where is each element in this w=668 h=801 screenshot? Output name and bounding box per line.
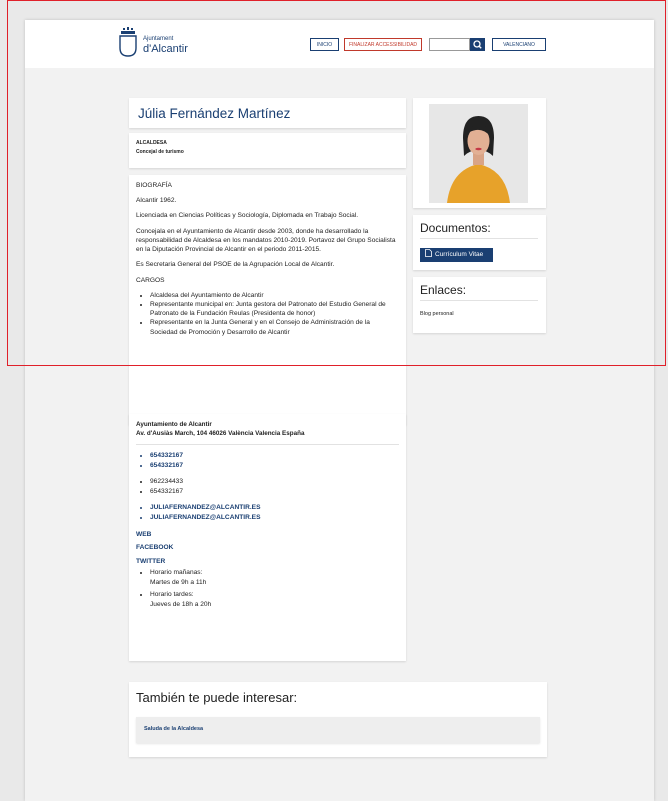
email-link[interactable]: JULIAFERNANDEZ@ALCANTIR.ES: [150, 513, 399, 523]
documents-title: Documentos:: [420, 221, 491, 235]
site-header: Ajuntament d'Alcantir INICIO FINALIZAR A…: [25, 20, 654, 68]
email-link[interactable]: JULIAFERNANDEZ@ALCANTIR.ES: [150, 503, 399, 513]
role-secondary: Concejal de turismo: [136, 149, 184, 155]
related-card: También te puede interesar: Saluda de la…: [129, 682, 547, 757]
pdf-file-icon: [425, 249, 432, 257]
biography-paragraph: Alcantir 1962.: [136, 197, 177, 205]
mobile-phone-link[interactable]: 654332167: [150, 451, 399, 461]
name-card: Júlia Fernández Martínez: [129, 98, 406, 128]
cargo-item: Representante en la Junta General y en e…: [150, 318, 399, 336]
links-title: Enlaces:: [420, 283, 467, 297]
email-list: JULIAFERNANDEZ@ALCANTIR.ES JULIAFERNANDE…: [136, 503, 399, 522]
divider: [420, 300, 538, 301]
hours-list: Horario mañanas: Martes de 9h a 11h Hora…: [136, 568, 399, 609]
cargo-item: Alcaldesa del Ayuntamiento de Alcantir: [150, 291, 399, 300]
contact-card: Ayuntamiento de Alcantir Av. d'Ausiàs Ma…: [129, 414, 406, 661]
mobile-phone-list: 654332167 654332167: [136, 451, 399, 470]
crown-shield-icon: [119, 27, 137, 57]
cargo-item: Representante municipal en: Junta gestor…: [150, 300, 399, 318]
related-item[interactable]: Saluda de la Alcaldesa: [136, 717, 540, 743]
facebook-link[interactable]: FACEBOOK: [136, 543, 399, 553]
divider: [136, 444, 399, 446]
profile-photo: [429, 104, 528, 203]
person-photo-icon: [429, 104, 528, 203]
hours-label: Horario tardes:: [150, 591, 194, 599]
hours-value: Jueves de 18h a 20h: [150, 600, 212, 608]
logo-text-big: d'Alcantir: [143, 43, 188, 55]
contact-content: Ayuntamiento de Alcantir Av. d'Ausiàs Ma…: [136, 420, 399, 616]
role-card: ALCALDESA Concejal de turismo: [129, 133, 406, 168]
role-primary: ALCALDESA: [136, 140, 167, 146]
mobile-phone-link[interactable]: 654332167: [150, 461, 399, 471]
related-title: También te puede interesar:: [136, 690, 298, 705]
phone-list: 962234433 654332167: [136, 477, 399, 496]
phone-number: 962234433: [150, 477, 399, 487]
blog-link[interactable]: Blog personal: [420, 311, 454, 317]
hours-label: Horario mañanas:: [150, 569, 203, 577]
biography-heading: BIOGRAFÍA: [136, 182, 172, 189]
search-icon: [473, 40, 482, 49]
biography-card: BIOGRAFÍA Alcantir 1962. Licenciada en C…: [129, 175, 406, 425]
language-button[interactable]: VALENCIANO: [492, 38, 546, 51]
accessibility-button[interactable]: FINALIZAR ACCESSIBILIDAD: [344, 38, 422, 51]
cargos-heading: CARGOS: [136, 276, 165, 284]
twitter-link[interactable]: TWITTER: [136, 557, 399, 567]
documents-card: Documentos: Currículum Vitae: [413, 215, 546, 270]
cargos-list: Alcaldesa del Ayuntamiento de Alcantir R…: [136, 291, 399, 337]
search-input[interactable]: [429, 38, 470, 51]
photo-card: [413, 98, 546, 208]
cv-button-label: Currículum Vitae: [435, 251, 484, 258]
search-button[interactable]: [470, 38, 485, 51]
biography-paragraph: Es Secretaria General del PSOE de la Agr…: [136, 261, 335, 269]
biography-content: BIOGRAFÍA Alcantir 1962. Licenciada en C…: [136, 181, 399, 337]
hours-value: Martes de 9h a 11h: [150, 578, 207, 586]
related-item-label: Saluda de la Alcaldesa: [144, 726, 204, 732]
page-title: Júlia Fernández Martínez: [138, 106, 291, 121]
cv-download-button[interactable]: Currículum Vitae: [420, 248, 493, 262]
site-logo[interactable]: Ajuntament d'Alcantir: [117, 26, 207, 62]
links-card: Enlaces: Blog personal: [413, 277, 546, 333]
web-link[interactable]: WEB: [136, 530, 399, 540]
phone-number: 654332167: [150, 487, 399, 497]
divider: [420, 238, 538, 239]
page: Ajuntament d'Alcantir INICIO FINALIZAR A…: [25, 20, 654, 801]
contact-address: Av. d'Ausiàs March, 104 46026 València V…: [136, 430, 305, 438]
logo-text-small: Ajuntament: [143, 36, 174, 42]
biography-paragraph: Concejala en el Ayuntamiento de Alcantir…: [136, 227, 396, 254]
hours-item: Horario mañanas: Martes de 9h a 11h: [150, 568, 399, 587]
contact-org: Ayuntamiento de Alcantir: [136, 421, 212, 428]
biography-paragraph: Licenciada en Ciencias Políticas y Socio…: [136, 212, 359, 220]
nav-inicio-button[interactable]: INICIO: [310, 38, 339, 51]
hours-item: Horario tardes: Jueves de 18h a 20h: [150, 590, 399, 609]
